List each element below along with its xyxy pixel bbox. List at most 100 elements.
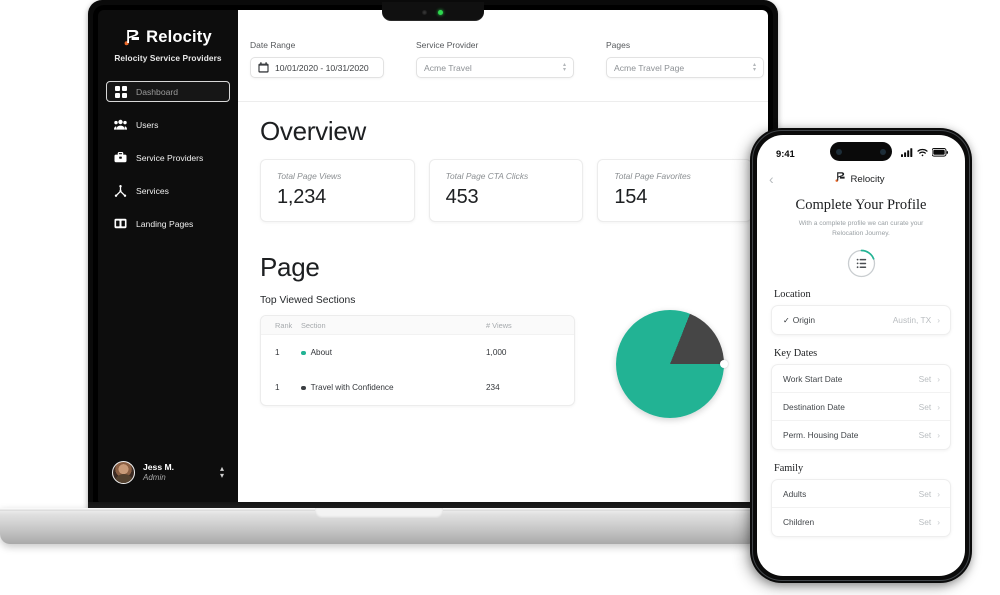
dynamic-island (830, 142, 892, 161)
laptop-mockup: Relocity Relocity Service Providers Dash… (0, 0, 778, 544)
stat-card-value: 1,234 (277, 186, 327, 208)
overview-heading: Overview (260, 116, 366, 146)
main-content: Date Range 10/01/2020 - 10/31/2020 Servi… (238, 10, 768, 502)
date-range-input[interactable]: 10/01/2020 - 10/31/2020 (250, 57, 384, 78)
service-provider-select[interactable]: Acme Travel ▴ ▾ (416, 57, 574, 78)
chevron-updown-icon: ▴ ▾ (752, 61, 756, 73)
pie-chart-graphic (616, 310, 728, 418)
sidebar-item-users[interactable]: Users (106, 114, 230, 135)
sidebar-nav: Dashboard Users Service Providers Servic… (98, 81, 238, 234)
relocity-r-mark-icon (124, 28, 141, 47)
avatar (112, 461, 135, 484)
stat-card: Total Page Views 1,234 (260, 159, 415, 222)
column-header-views: # Views (486, 320, 512, 330)
row-value: Set (918, 517, 932, 528)
sidebar: Relocity Relocity Service Providers Dash… (98, 10, 238, 502)
row-label: Adults (783, 488, 807, 499)
grid-icon (114, 85, 127, 98)
list-item-children[interactable]: Children Set › (772, 508, 950, 536)
phone-mockup: 9:41 ‹ Relocity Complete Your Profile Wi… (750, 128, 972, 583)
section-heading-key-dates: Key Dates (774, 348, 818, 360)
overview-stat-cards: Total Page Views 1,234 Total Page CTA Cl… (260, 159, 753, 222)
date-range-value: 10/01/2020 - 10/31/2020 (275, 62, 369, 73)
filter-service-provider: Service Provider Acme Travel ▴ ▾ (416, 40, 574, 78)
table-row[interactable]: 1 Travel with Confidence 234 (261, 370, 574, 405)
chevron-right-icon: › (937, 401, 940, 412)
table-header-row: Rank Section # Views (261, 316, 574, 335)
sidebar-item-label: Service Providers (136, 152, 204, 163)
stat-card-label: Total Page CTA Clicks (445, 171, 529, 181)
list-item-work-start-date[interactable]: Work Start Date Set › (772, 365, 950, 394)
page-heading: Page (260, 252, 320, 282)
laptop-screen: Relocity Relocity Service Providers Dash… (98, 10, 768, 502)
sidebar-item-service-providers[interactable]: Service Providers (106, 147, 230, 168)
stat-card-label: Total Page Views (277, 171, 342, 181)
row-label: Destination Date (783, 401, 845, 412)
mockup-scene: Relocity Relocity Service Providers Dash… (0, 0, 1000, 595)
sidebar-user-profile[interactable]: Jess M. Admin ▴ ▾ (106, 457, 230, 488)
column-header-rank: Rank (275, 320, 293, 330)
phone-screen: 9:41 ‹ Relocity Complete Your Profile Wi… (757, 135, 965, 576)
briefcase-icon (114, 151, 127, 164)
cell-section: Travel with Confidence (301, 383, 486, 392)
row-label: Work Start Date (783, 373, 843, 384)
sidebar-item-label: Dashboard (136, 86, 179, 97)
list-item-origin[interactable]: ✓ Origin Austin, TX › (772, 306, 950, 334)
laptop-lid: Relocity Relocity Service Providers Dash… (88, 0, 778, 512)
phone-page-subtitle: With a complete profile we can curate yo… (798, 220, 924, 237)
list-item-adults[interactable]: Adults Set › (772, 480, 950, 509)
user-role: Admin (143, 472, 166, 482)
stat-card-value: 453 (445, 186, 479, 208)
phone-nav-bar: ‹ Relocity (757, 167, 965, 188)
relocity-r-mark-icon (835, 170, 846, 188)
chevron-left-icon[interactable]: ‹ (769, 171, 785, 187)
sidebar-item-landing-pages[interactable]: Landing Pages (106, 213, 230, 234)
list-item-destination-date[interactable]: Destination Date Set › (772, 393, 950, 422)
row-value: Set (918, 430, 932, 441)
brand-subtitle: Relocity Service Providers (114, 53, 222, 63)
chevron-right-icon: › (937, 373, 940, 384)
chevron-right-icon: › (937, 315, 940, 326)
row-label: Perm. Housing Date (783, 430, 859, 441)
hub-icon (114, 184, 127, 197)
status-time: 9:41 (776, 148, 795, 159)
up-down-chevron-icon[interactable]: ▴ ▾ (220, 465, 224, 479)
columns-icon (114, 217, 127, 230)
list-item-perm-housing-date[interactable]: Perm. Housing Date Set › (772, 421, 950, 449)
battery-icon (931, 148, 948, 159)
top-viewed-sections-table: Rank Section # Views 1 About 1,000 1 Tra… (260, 315, 575, 406)
top-viewed-sections-subheading: Top Viewed Sections (260, 295, 356, 306)
cellular-signal-icon (901, 148, 913, 159)
chevron-right-icon: › (937, 488, 940, 499)
chevron-updown-icon: ▴ ▾ (562, 61, 566, 73)
camera-indicator-led-icon (438, 10, 443, 15)
filter-pages: Pages Acme Travel Page ▴ ▾ (606, 40, 764, 78)
pie-slice-handle[interactable] (720, 360, 728, 368)
users-icon (114, 118, 127, 131)
profile-sections: Location ✓ Origin Austin, TX › Key Dates … (757, 289, 965, 538)
service-provider-value: Acme Travel (424, 62, 472, 73)
stat-card: Total Page CTA Clicks 453 (428, 159, 584, 222)
brand-name: Relocity (146, 28, 212, 46)
pages-select[interactable]: Acme Travel Page ▴ ▾ (606, 57, 764, 78)
stat-card-value: 154 (614, 186, 648, 208)
filter-bar: Date Range 10/01/2020 - 10/31/2020 Servi… (238, 10, 768, 102)
section-heading-family: Family (774, 463, 804, 475)
sidebar-item-label: Services (136, 185, 169, 196)
sidebar-item-label: Users (136, 119, 159, 130)
sidebar-item-services[interactable]: Services (106, 180, 230, 201)
laptop-base-notch (315, 508, 443, 518)
sidebar-item-dashboard[interactable]: Dashboard (106, 81, 230, 102)
user-name: Jess M. (143, 462, 175, 473)
checklist-ring-icon[interactable] (847, 249, 876, 278)
brand-block: Relocity Relocity Service Providers (98, 10, 238, 63)
check-icon: ✓ (783, 316, 790, 326)
row-label: ✓ Origin (783, 315, 816, 326)
row-label: Children (783, 517, 815, 528)
stat-card: Total Page Favorites 154 (597, 159, 753, 222)
pages-value: Acme Travel Page (614, 62, 685, 73)
cell-rank: 1 (275, 383, 280, 392)
profile-progress-wrap (757, 249, 965, 278)
table-row[interactable]: 1 About 1,000 (261, 335, 574, 370)
wifi-icon (917, 148, 928, 159)
